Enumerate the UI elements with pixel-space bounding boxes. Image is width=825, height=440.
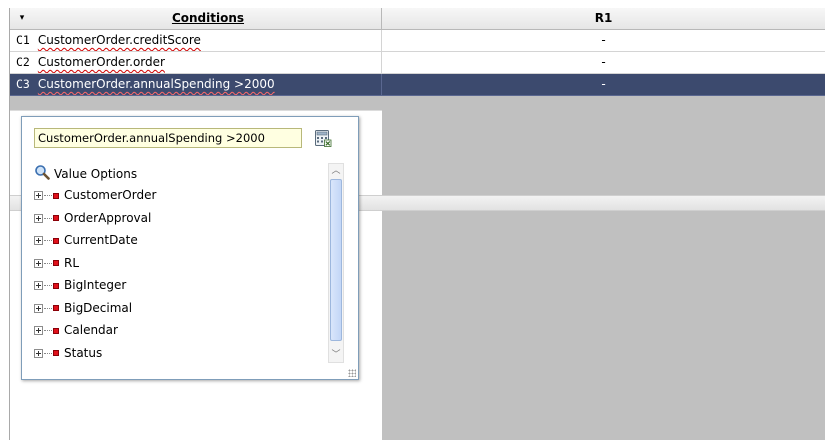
conditions-header-label: Conditions bbox=[171, 11, 245, 25]
rule-value-cell[interactable]: - bbox=[382, 52, 825, 74]
tree-item-customerorder[interactable]: CustomerOrder bbox=[34, 184, 156, 207]
expand-icon[interactable] bbox=[34, 236, 43, 245]
node-icon bbox=[53, 260, 59, 266]
condition-id: C2 bbox=[16, 55, 30, 69]
node-icon bbox=[53, 282, 59, 289]
value-options-label: Value Options bbox=[54, 167, 138, 181]
table-header-row: ▾ Conditions R1 bbox=[10, 8, 825, 30]
expand-icon[interactable] bbox=[34, 281, 43, 290]
condition-cell[interactable]: C3 CustomerOrder.annualSpending >2000 bbox=[10, 74, 382, 96]
tree-scrollbar[interactable]: ︿ ﹀ bbox=[328, 163, 344, 363]
condition-editor-popup: Value Options CustomerOrder OrderApprova… bbox=[21, 116, 359, 380]
condition-cell[interactable]: C1 CustomerOrder.creditScore bbox=[10, 30, 382, 52]
rule-value-cell[interactable]: - bbox=[382, 30, 825, 52]
scrollbar-thumb[interactable] bbox=[330, 179, 342, 341]
tree-item-biginteger[interactable]: BigInteger bbox=[34, 274, 156, 297]
node-icon bbox=[53, 305, 59, 311]
table-row[interactable]: C1 CustomerOrder.creditScore - bbox=[10, 30, 825, 52]
rule-value-cell[interactable]: - bbox=[382, 74, 825, 96]
scroll-down-icon[interactable]: ﹀ bbox=[329, 348, 343, 362]
condition-id: C3 bbox=[16, 77, 30, 91]
column-menu-arrow-icon[interactable]: ▾ bbox=[10, 8, 34, 29]
condition-expression: CustomerOrder.annualSpending >2000 bbox=[37, 77, 275, 91]
search-icon bbox=[34, 164, 50, 185]
expand-icon[interactable] bbox=[34, 191, 43, 200]
rule-r1-header[interactable]: R1 bbox=[382, 8, 825, 30]
scroll-up-icon[interactable]: ︿ bbox=[329, 164, 343, 178]
calculator-icon[interactable] bbox=[314, 129, 332, 147]
condition-expression: CustomerOrder.creditScore bbox=[37, 33, 201, 47]
resize-grip-icon[interactable] bbox=[348, 369, 356, 377]
tree-item-orderapproval[interactable]: OrderApproval bbox=[34, 207, 156, 230]
tree-item-currentdate[interactable]: CurrentDate bbox=[34, 229, 156, 252]
node-icon bbox=[53, 237, 59, 244]
row-divider bbox=[10, 110, 382, 111]
node-icon bbox=[53, 350, 59, 356]
node-icon bbox=[53, 327, 59, 334]
tree-item-status[interactable]: Status bbox=[34, 342, 156, 365]
value-options-header: Value Options bbox=[34, 164, 137, 182]
condition-expression: CustomerOrder.order bbox=[37, 55, 165, 69]
condition-cell[interactable]: C2 CustomerOrder.order bbox=[10, 52, 382, 74]
expand-icon[interactable] bbox=[34, 258, 43, 268]
node-icon bbox=[53, 215, 59, 221]
value-options-tree: CustomerOrder OrderApproval CurrentDate … bbox=[34, 184, 156, 364]
condition-expression-input[interactable] bbox=[34, 128, 302, 148]
condition-id: C1 bbox=[16, 33, 30, 47]
table-row-selected[interactable]: C3 CustomerOrder.annualSpending >2000 - bbox=[10, 74, 825, 96]
expand-icon[interactable] bbox=[34, 213, 43, 223]
expand-icon[interactable] bbox=[34, 326, 43, 335]
conditions-header[interactable]: ▾ Conditions bbox=[10, 8, 382, 30]
expand-icon[interactable] bbox=[34, 348, 43, 358]
tree-item-bigdecimal[interactable]: BigDecimal bbox=[34, 297, 156, 320]
tree-item-calendar[interactable]: Calendar bbox=[34, 319, 156, 342]
table-row[interactable]: C2 CustomerOrder.order - bbox=[10, 52, 825, 74]
expand-icon[interactable] bbox=[34, 303, 43, 313]
tree-item-rl[interactable]: RL bbox=[34, 252, 156, 275]
node-icon bbox=[53, 192, 59, 199]
